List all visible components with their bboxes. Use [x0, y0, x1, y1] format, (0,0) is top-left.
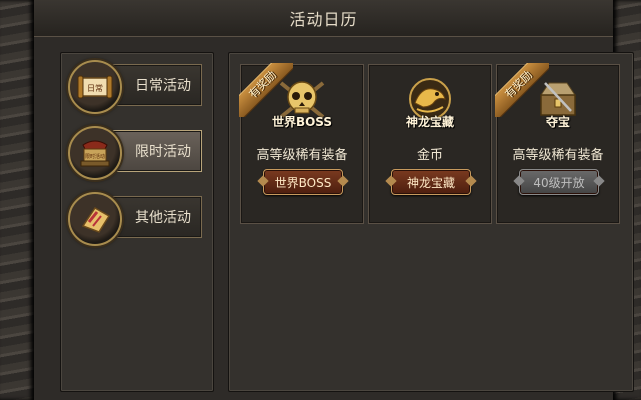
stone-border-left — [0, 0, 34, 400]
reward-ribbon-label: 有奖励 — [495, 63, 549, 117]
card-title: 神龙宝藏 — [405, 115, 454, 129]
activity-card-dragon-treasure[interactable]: 神龙宝藏 金币 神龙宝藏 — [368, 64, 492, 224]
calendar-scroll-icon: 日常 — [68, 60, 122, 114]
card-reward: 高等级稀有装备 — [512, 148, 604, 163]
tab-limited-activity[interactable]: 限时活动 限时活动 — [68, 124, 202, 180]
activity-card-treasure-hunt[interactable]: 有奖励 夺宝 高等级稀有装备 40级开放 — [495, 63, 620, 224]
card-title: 世界BOSS — [271, 115, 333, 129]
world-boss-button[interactable]: 世界BOSS — [263, 169, 343, 195]
tab-daily-activity[interactable]: 日常活动 日常 — [68, 58, 202, 114]
window-title: 活动日历 — [289, 10, 358, 29]
flag-scroll-icon — [68, 192, 122, 246]
hourglass-altar-icon: 限时活动 — [68, 126, 122, 180]
unlock-level-button[interactable]: 40级开放 — [519, 169, 599, 195]
card-reward: 金币 — [416, 148, 443, 163]
reward-ribbon-label: 有奖励 — [239, 63, 293, 117]
daily-icon-text: 日常 — [87, 84, 103, 93]
title-bar: 活动日历 — [34, 0, 613, 37]
tab-daily-label: 日常活动 — [135, 78, 191, 94]
tab-other-activity[interactable]: 其他活动 — [68, 190, 202, 246]
card-reward: 高等级稀有装备 — [256, 148, 348, 163]
activity-card-world-boss[interactable]: 有奖励 世界BOSS 高等级稀有装备 世界BOSS — [239, 63, 364, 224]
tab-other-label: 其他活动 — [135, 210, 191, 226]
reward-ribbon: 有奖励 — [239, 63, 293, 117]
dragon-treasure-button[interactable]: 神龙宝藏 — [391, 169, 471, 195]
limited-icon-text: 限时活动 — [85, 153, 105, 160]
reward-ribbon: 有奖励 — [495, 63, 549, 117]
card-title: 夺宝 — [545, 115, 570, 129]
tab-limited-label: 限时活动 — [135, 144, 191, 160]
